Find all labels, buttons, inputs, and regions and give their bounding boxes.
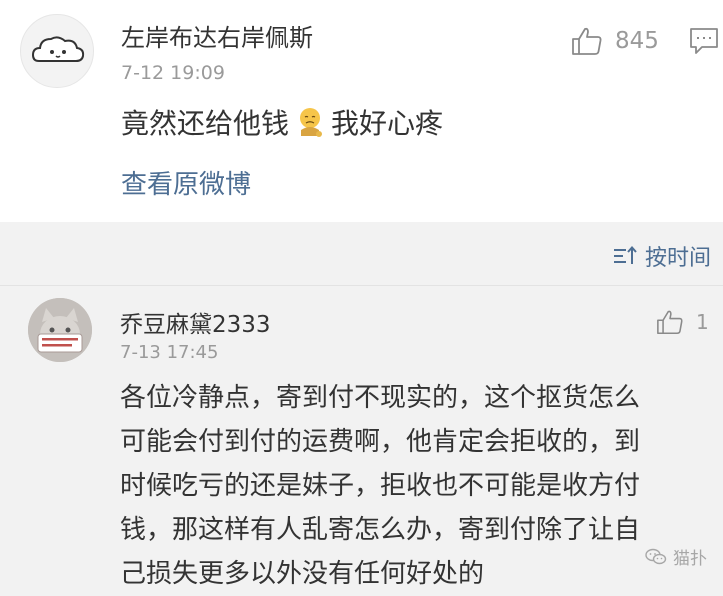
reply-content-line: 时候吃亏的还是妹子，拒收也不可能是收方付 xyxy=(120,471,641,501)
comment-button[interactable] xyxy=(689,27,719,59)
post-avatar[interactable] xyxy=(20,14,94,88)
watermark: 猫扑 xyxy=(645,544,707,569)
post-timestamp: 7-12 19:09 xyxy=(121,62,225,84)
divider xyxy=(0,285,723,286)
post-like-count: 845 xyxy=(615,28,659,54)
comment-icon xyxy=(690,28,718,54)
cloud-avatar-icon xyxy=(31,36,85,62)
reply-content: 各位冷静点，寄到付不现实的，这个抠货怎么 可能会付到付的运费啊，他肯定会拒收的，… xyxy=(120,376,695,596)
post-content-text-after: 我好心疼 xyxy=(331,107,444,140)
reply-content-line: 可能会付到付的运费啊，他肯定会拒收的，到 xyxy=(120,427,641,457)
reply-like-count: 1 xyxy=(696,310,709,334)
reply-like-button[interactable]: 1 xyxy=(656,309,709,335)
reply-content-line: 各位冷静点，寄到付不现实的，这个抠货怎么 xyxy=(120,383,641,413)
post-content: 竟然还给他钱 我好心疼 xyxy=(121,102,443,142)
cat-avatar-image xyxy=(28,298,92,362)
reply-timestamp: 7-13 17:45 xyxy=(120,342,219,363)
thumbs-up-icon xyxy=(572,27,602,55)
post-username[interactable]: 左岸布达右岸佩斯 xyxy=(121,18,313,53)
post-content-text-before: 竟然还给他钱 xyxy=(121,107,290,140)
reply-avatar[interactable] xyxy=(28,298,92,362)
original-post-card: 左岸布达右岸佩斯 7-12 19:09 竟然还给他钱 我好心疼 查看原微博 84… xyxy=(0,0,723,222)
reply-username[interactable]: 乔豆麻黛2333 xyxy=(120,305,271,339)
thumbs-up-icon xyxy=(657,310,683,335)
watermark-text: 猫扑 xyxy=(673,549,707,569)
sort-icon xyxy=(613,246,637,264)
sort-label: 按时间 xyxy=(644,246,711,271)
sort-by-time-toggle[interactable]: 按时间 xyxy=(613,240,711,272)
sad-face-emoji-icon xyxy=(295,106,325,138)
post-like-button[interactable]: 845 xyxy=(571,26,659,56)
view-original-post-link[interactable]: 查看原微博 xyxy=(121,164,251,201)
wechat-icon xyxy=(645,548,667,564)
reply-content-line: 钱，那这样有人乱寄怎么办，寄到付除了让自 xyxy=(120,515,641,545)
reply-content-line: 己损失更多以外没有任何好处的 xyxy=(120,559,485,589)
